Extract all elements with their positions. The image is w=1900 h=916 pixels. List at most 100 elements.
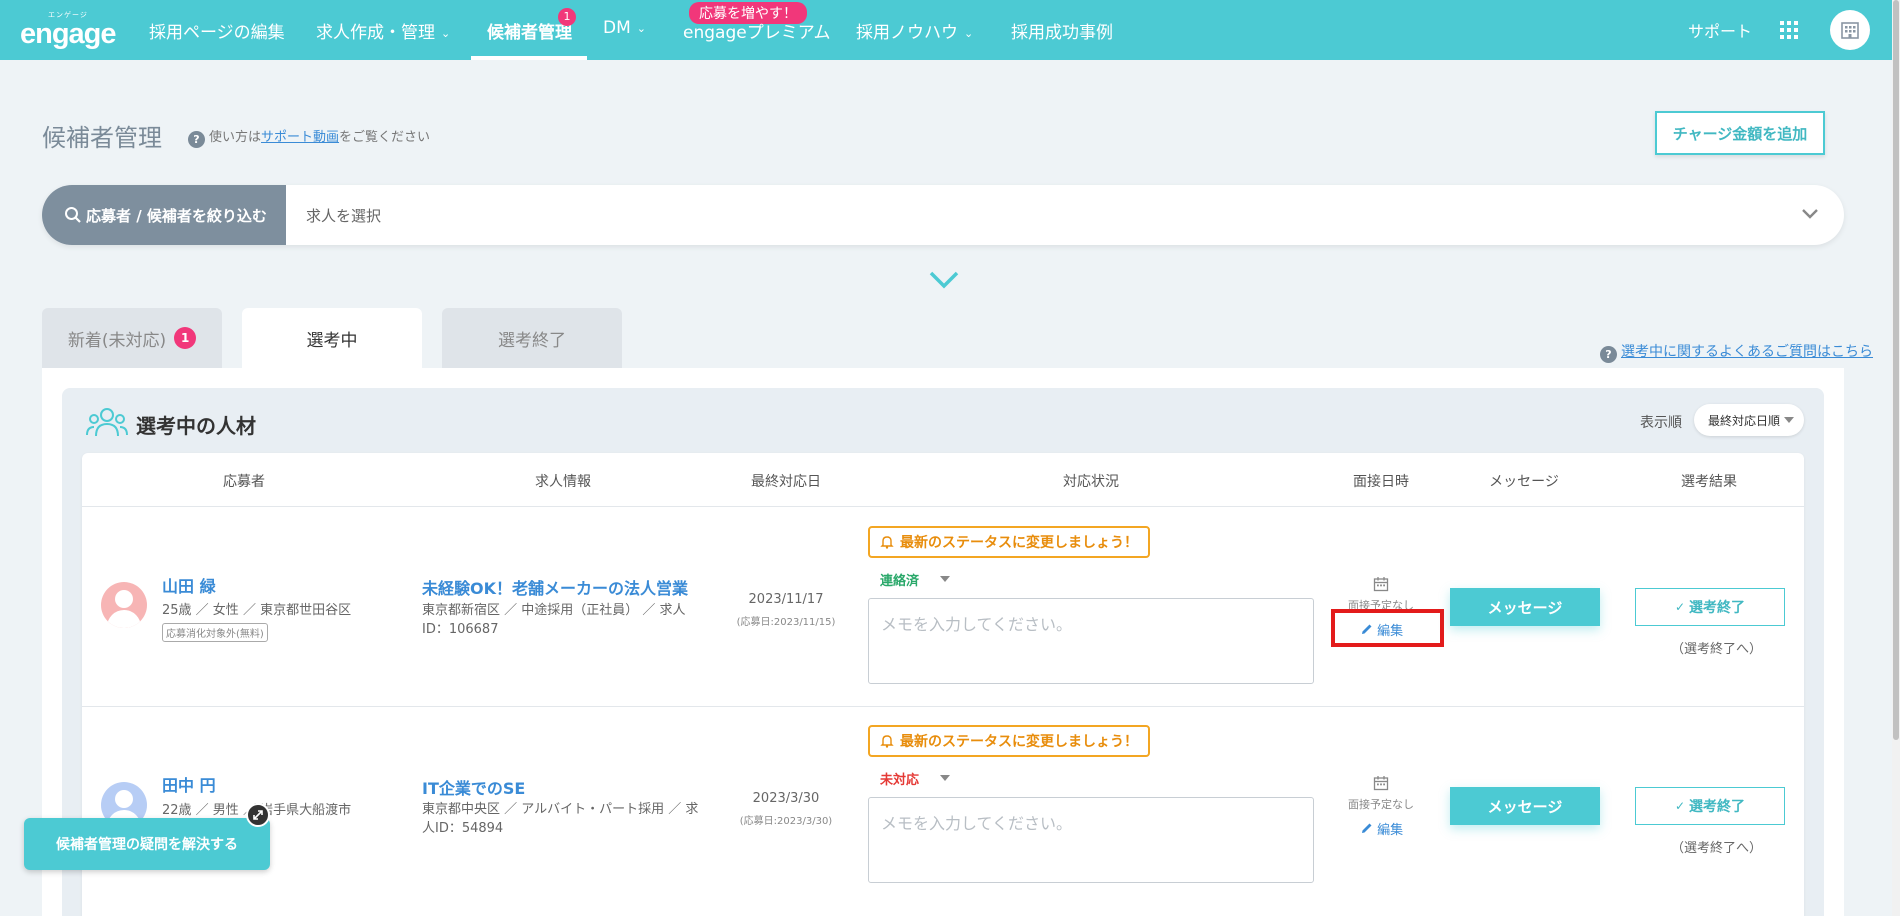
support-video-link[interactable]: サポート動画 (261, 130, 339, 145)
calendar-icon (1373, 776, 1389, 791)
expand-chevron-icon[interactable] (928, 268, 960, 292)
app-grid-icon[interactable] (1780, 21, 1798, 39)
end-selection-button[interactable]: ✓ 選考終了 (1635, 588, 1785, 626)
status-alert-text: 最新のステータスに変更しましょう！ (900, 734, 1138, 750)
calendar-icon (1373, 577, 1389, 592)
applied-date: (応募日:2023/3/30) (739, 816, 833, 827)
column-header: 選考結果 (1681, 474, 1737, 490)
search-icon (65, 207, 81, 223)
nav-item-recruit-page[interactable]: 採用ページの編集 (149, 18, 285, 43)
candidate-meta: 25歳 ／ 女性 ／ 東京都世田谷区 (162, 603, 352, 618)
status-alert: 最新のステータスに変更しましょう！ (868, 725, 1150, 757)
scrollbar-thumb[interactable] (1893, 0, 1899, 740)
nav-active-indicator (471, 56, 587, 60)
page-title: 候補者管理 (42, 124, 162, 152)
caret-down-icon (1784, 417, 1794, 423)
add-charge-button[interactable]: チャージ金額を追加 (1655, 111, 1825, 155)
sort-select[interactable]: 最終対応日順 (1694, 404, 1804, 436)
tab-label: 新着(未対応) (67, 330, 167, 351)
edit-label: 編集 (1377, 823, 1404, 838)
caret-down-icon[interactable] (940, 775, 950, 781)
interview-status: 面接予定なし (1348, 798, 1414, 811)
highlight-box (1331, 609, 1444, 647)
candidate-tag: 応募消化対象外(無料) (162, 623, 268, 642)
nav-label: DM (603, 18, 631, 38)
nav-label: 求人作成・管理 (316, 23, 435, 43)
tab-label: 選考終了 (498, 330, 566, 351)
candidate-avatar (101, 582, 147, 628)
edit-interview-link[interactable]: 編集 (1361, 819, 1403, 838)
job-title-link[interactable]: IT企業でのSE (422, 775, 525, 799)
chevron-down-icon: ⌄ (964, 27, 974, 40)
status-select[interactable]: 連絡済 (880, 570, 919, 589)
page-scrollbar[interactable] (1892, 0, 1900, 916)
applied-date: (応募日:2023/11/15) (736, 617, 836, 628)
company-account-button[interactable] (1830, 10, 1870, 50)
last-action-date: 2023/11/17 (748, 592, 824, 607)
question-icon: ? (188, 131, 205, 148)
message-button[interactable]: メッセージ (1450, 588, 1600, 626)
nav-item-knowhow[interactable]: 採用ノウハウ ⌄ (856, 18, 973, 43)
end-selection-label: 選考終了 (1689, 799, 1746, 815)
column-header: 求人情報 (535, 474, 591, 490)
people-icon (86, 408, 128, 437)
nav-notification-badge: 1 (558, 8, 576, 26)
column-header: 最終対応日 (751, 474, 821, 490)
pencil-icon (1362, 823, 1372, 833)
message-button[interactable]: メッセージ (1450, 787, 1600, 825)
column-header: 応募者 (223, 474, 265, 490)
filter-label: 応募者 / 候補者を絞り込む (86, 206, 267, 225)
tab-label: 選考中 (306, 330, 358, 351)
status-select[interactable]: 未対応 (880, 769, 919, 788)
memo-textarea[interactable]: メモを入力してください。 (868, 598, 1314, 684)
collapse-widget-button[interactable] (246, 803, 270, 827)
check-icon: ✓ (1674, 600, 1686, 614)
row-divider (82, 706, 1804, 707)
help-prefix: 使い方は (209, 130, 262, 145)
caret-down-icon[interactable] (940, 576, 950, 582)
candidate-name[interactable]: 山田 緑 (162, 573, 216, 597)
top-nav: エンゲージ engage 採用ページの編集 求人作成・管理 ⌄ 候補者管理 1 D… (0, 0, 1900, 60)
column-header: 対応状況 (1063, 474, 1119, 490)
sort-label: 表示順 (1640, 415, 1682, 431)
filter-bar: 応募者 / 候補者を絞り込む 求人を選択 (42, 185, 1844, 245)
end-selection-sub: （選考終了へ） (1671, 841, 1763, 856)
help-text: ? 使い方はサポート動画をご覧ください (188, 126, 430, 148)
column-header: 面接日時 (1353, 474, 1409, 490)
help-widget-button[interactable]: 候補者管理の疑問を解決する (24, 818, 270, 870)
tab-selection-ended[interactable]: 選考終了 (442, 308, 622, 368)
support-link[interactable]: サポート (1688, 18, 1752, 42)
faq-link[interactable]: ? 選考中に関するよくあるご質問はこちら (1600, 341, 1873, 363)
status-alert-text: 最新のステータスに変更しましょう！ (900, 535, 1138, 551)
nav-label: 採用成功事例 (1011, 23, 1113, 43)
memo-textarea[interactable]: メモを入力してください。 (868, 797, 1314, 883)
nav-item-jobs[interactable]: 求人作成・管理 ⌄ (316, 18, 450, 43)
nav-item-cases[interactable]: 採用成功事例 (1011, 18, 1113, 43)
nav-item-dm[interactable]: DM ⌄ (603, 18, 646, 38)
tab-in-selection[interactable]: 選考中 (242, 308, 422, 368)
logo-text: engage (20, 18, 117, 50)
end-selection-button[interactable]: ✓ 選考終了 (1635, 787, 1785, 825)
chevron-down-icon: ⌄ (636, 22, 646, 35)
nav-label: engageプレミアム (683, 23, 831, 43)
end-selection-sub: （選考終了へ） (1671, 642, 1763, 657)
nav-item-premium[interactable]: engageプレミアム (683, 18, 831, 43)
panel-title: 選考中の人材 (136, 414, 256, 438)
tab-new[interactable]: 新着(未対応) 1 (42, 308, 222, 368)
building-icon (1841, 22, 1859, 39)
nav-label: 候補者管理 (487, 23, 572, 43)
help-suffix: をご覧ください (339, 130, 431, 145)
job-meta: 東京都新宿区 ／ 中途採用（正社員） ／ 求人ID：106687 (422, 603, 686, 637)
chevron-down-icon: ⌄ (441, 27, 451, 40)
job-select[interactable]: 求人を選択 (306, 205, 381, 226)
faq-link-label: 選考中に関するよくあるご質問はこちら (1621, 344, 1873, 360)
filter-button[interactable]: 応募者 / 候補者を絞り込む (42, 185, 286, 245)
job-title-link[interactable]: 未経験OK！老舗メーカーの法人営業 (422, 575, 688, 599)
nav-label: 採用ノウハウ (856, 23, 958, 43)
status-alert: 最新のステータスに変更しましょう！ (868, 526, 1150, 558)
check-icon: ✓ (1674, 799, 1686, 813)
chevron-down-icon[interactable] (1800, 203, 1820, 223)
candidate-name[interactable]: 田中 円 (162, 772, 216, 796)
end-selection-label: 選考終了 (1689, 600, 1746, 616)
bell-icon (880, 536, 894, 549)
